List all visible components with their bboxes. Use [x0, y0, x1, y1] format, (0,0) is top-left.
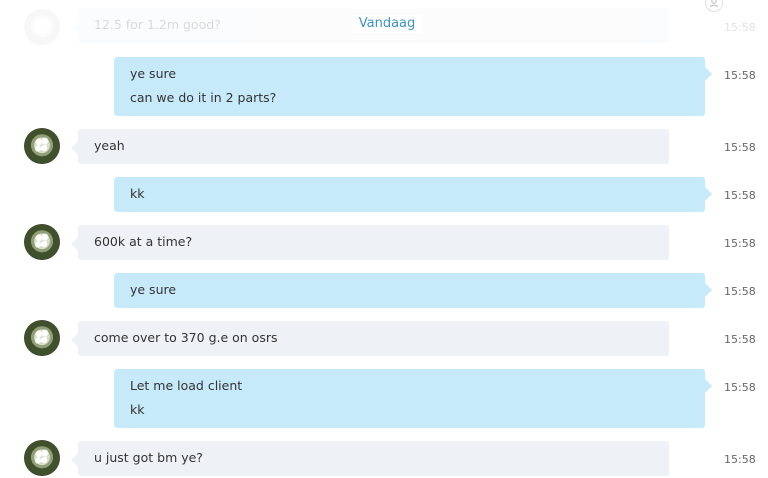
message-text: kk	[130, 402, 145, 417]
outgoing-message-bubble[interactable]: ye sure can we do it in 2 parts?	[114, 57, 712, 116]
outgoing-message-bubble[interactable]: kk	[114, 177, 712, 212]
incoming-message-bubble[interactable]: u just got bm ye?	[71, 441, 669, 476]
message-text: Let me load client	[130, 378, 243, 393]
message-time: 15:58	[724, 381, 756, 394]
message-text: ye sure	[130, 282, 177, 297]
message-time: 15:58	[724, 141, 756, 154]
message-time: 15:58	[724, 21, 756, 34]
message-time: 15:58	[724, 69, 756, 82]
contact-avatar[interactable]	[24, 128, 60, 164]
message-text: 600k at a time?	[94, 234, 193, 249]
message-text: yeah	[94, 138, 125, 153]
message-time: 15:58	[724, 285, 756, 298]
message-text: come over to 370 g.e on osrs	[94, 330, 278, 345]
chat-conversation: Vandaag 12.5 for 1.2m good? 15:58 ye sur…	[0, 0, 768, 478]
outgoing-message-bubble[interactable]: Let me load client kk	[114, 369, 712, 428]
outgoing-message-bubble[interactable]: ye sure	[114, 273, 712, 308]
contact-avatar[interactable]	[24, 224, 60, 260]
contact-avatar[interactable]	[24, 440, 60, 476]
contact-avatar[interactable]	[24, 9, 60, 45]
incoming-message-bubble[interactable]: 600k at a time?	[71, 225, 669, 260]
message-time: 15:58	[724, 333, 756, 346]
message-text: ye sure	[130, 66, 177, 81]
incoming-message-bubble[interactable]: yeah	[71, 129, 669, 164]
message-time: 15:58	[724, 453, 756, 466]
message-text: u just got bm ye?	[94, 450, 203, 465]
message-text: kk	[130, 186, 145, 201]
incoming-message-bubble[interactable]: come over to 370 g.e on osrs	[71, 321, 669, 356]
message-time: 15:58	[724, 189, 756, 202]
message-text: can we do it in 2 parts?	[130, 90, 277, 105]
user-status-icon	[705, 0, 723, 12]
day-separator-label: Vandaag	[352, 15, 422, 33]
contact-avatar[interactable]	[24, 320, 60, 356]
message-time: 15:58	[724, 237, 756, 250]
